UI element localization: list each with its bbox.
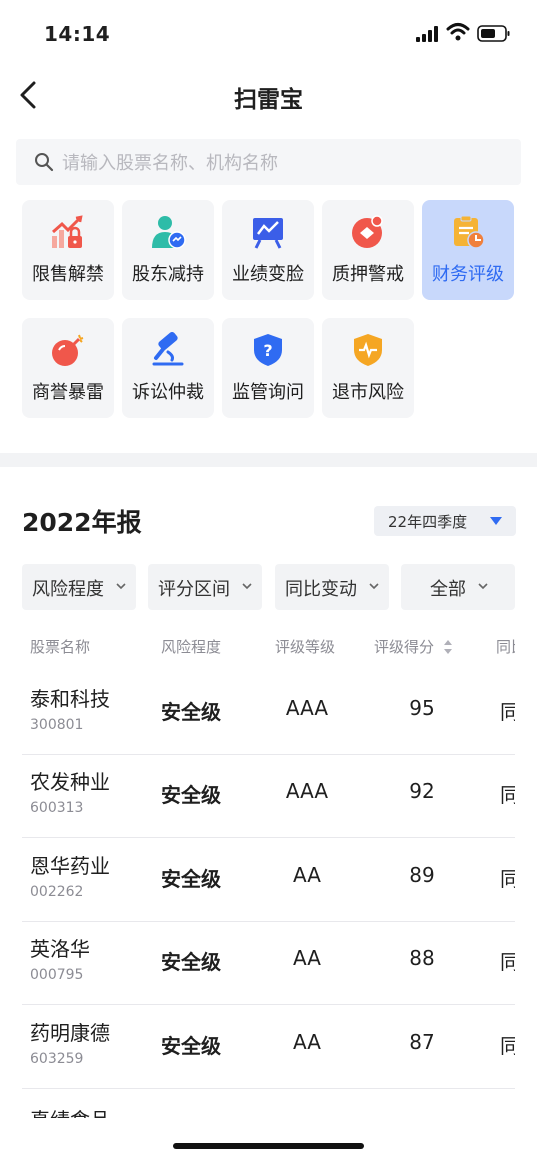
- rating-grade: AA: [293, 863, 321, 887]
- bomb-icon: [52, 334, 84, 366]
- risk-level: 安全级: [161, 950, 221, 974]
- filter-score-range[interactable]: 评分区间: [148, 564, 262, 610]
- stock-code: 603259: [30, 1051, 84, 1067]
- quarter-selector[interactable]: 22年四季度: [374, 506, 516, 536]
- stock-name: 英洛华: [30, 937, 90, 961]
- category-label: 质押警戒: [332, 264, 404, 285]
- rating-score: 87: [409, 1030, 435, 1054]
- yoy-change: 同: [500, 950, 515, 974]
- category-tile-pledge[interactable]: 质押警戒: [322, 200, 414, 300]
- rating-score: 92: [409, 779, 435, 803]
- yoy-change: 同: [500, 700, 515, 724]
- category-tile-goodwill[interactable]: 商誉暴雷: [22, 318, 114, 418]
- cellular-signal-icon: [416, 26, 438, 42]
- category-label: 商誉暴雷: [32, 382, 104, 403]
- category-tile-performance[interactable]: 业绩变脸: [222, 200, 314, 300]
- category-label: 财务评级: [432, 264, 504, 285]
- category-tile-unlock[interactable]: 限售解禁: [22, 200, 114, 300]
- risk-level: 安全级: [161, 783, 221, 807]
- category-tile-shareholder-reduce[interactable]: 股东减持: [122, 200, 214, 300]
- rating-score: 89: [409, 863, 435, 887]
- category-label: 退市风险: [332, 382, 404, 403]
- column-header-risk-level: 风险程度: [161, 638, 222, 656]
- yoy-change: 同: [500, 783, 515, 807]
- search-input[interactable]: [60, 139, 504, 187]
- search-icon: [35, 153, 54, 172]
- category-label: 业绩变脸: [232, 264, 304, 285]
- wifi-icon: [446, 23, 470, 41]
- category-label: 限售解禁: [32, 264, 104, 285]
- stock-name: 农发种业: [30, 770, 110, 794]
- filter-all[interactable]: 全部: [401, 564, 515, 610]
- rating-score: 88: [409, 946, 435, 970]
- status-bar: 14:14: [0, 0, 537, 64]
- stock-code: 600313: [30, 800, 84, 816]
- category-label: 监管询问: [232, 382, 304, 403]
- caret-down-icon: [490, 517, 502, 525]
- chevron-down-icon: [369, 583, 379, 590]
- rating-score: 95: [409, 696, 435, 720]
- rating-grade: AAA: [285, 779, 329, 803]
- rating-grade: AA: [293, 1030, 321, 1054]
- rating-grade: AAA: [285, 696, 329, 720]
- stock-name: 药明康德: [30, 1021, 110, 1045]
- gavel-icon: [152, 332, 184, 366]
- pledge-icon: [352, 215, 383, 248]
- stock-code: 002262: [30, 884, 84, 900]
- category-tile-finance-rating[interactable]: 财务评级: [422, 200, 514, 300]
- stock-code: 000795: [30, 967, 84, 983]
- column-header-rating-score-label: 评级得分: [374, 638, 435, 656]
- category-label: 诉讼仲裁: [132, 382, 204, 403]
- search-bar[interactable]: [16, 139, 521, 187]
- shareholder-icon: [152, 216, 186, 249]
- table-row-partial: 真绩食品: [0, 1100, 537, 1118]
- table-row[interactable]: 药明康德 603259 安全级 AA 87 同: [22, 1005, 515, 1089]
- chevron-down-icon: [116, 583, 126, 590]
- stock-name: 泰和科技: [30, 687, 110, 711]
- shield-pulse-icon: [354, 334, 382, 366]
- category-tile-regulatory[interactable]: ? 监管询问: [222, 318, 314, 418]
- filter-label: 全部: [430, 579, 466, 600]
- risk-level: 安全级: [161, 700, 221, 724]
- yoy-change: 同: [500, 867, 515, 891]
- table-row[interactable]: 农发种业 600313 安全级 AAA 92 同: [22, 754, 515, 838]
- table-row[interactable]: 恩华药业 002262 安全级 AA 89 同: [22, 838, 515, 922]
- status-time: 14:14: [44, 22, 111, 46]
- chevron-down-icon: [242, 583, 252, 590]
- page-title: 扫雷宝: [234, 87, 303, 113]
- filter-label: 同比变动: [285, 579, 357, 600]
- stock-name: 恩华药业: [30, 854, 110, 878]
- report-title: 2022年报: [22, 508, 142, 537]
- quarter-selector-label: 22年四季度: [388, 513, 468, 531]
- table-row[interactable]: 英洛华 000795 安全级 AA 88 同: [22, 921, 515, 1005]
- filter-label: 风险程度: [32, 579, 104, 600]
- table-row[interactable]: 泰和科技 300801 安全级 AAA 95 同: [22, 671, 515, 755]
- battery-icon: [477, 25, 510, 42]
- home-indicator[interactable]: [173, 1143, 364, 1149]
- svg-text:?: ?: [263, 341, 272, 360]
- risk-level: 安全级: [161, 867, 221, 891]
- yoy-change: 同: [500, 1034, 515, 1058]
- finance-rating-icon: [454, 215, 485, 249]
- column-header-stock-name: 股票名称: [30, 638, 91, 656]
- column-header-rating-grade: 评级等级: [275, 638, 336, 656]
- shield-question-icon: ?: [254, 334, 282, 366]
- performance-board-icon: [253, 218, 283, 249]
- stock-code: 300801: [30, 717, 84, 733]
- section-divider: [0, 453, 537, 467]
- filter-label: 评分区间: [158, 579, 230, 600]
- chevron-down-icon: [478, 583, 488, 590]
- stock-name: 真绩食品: [30, 1104, 110, 1118]
- category-tile-litigation[interactable]: 诉讼仲裁: [122, 318, 214, 418]
- unlock-chart-icon: [52, 215, 83, 248]
- risk-level: 安全级: [161, 1034, 221, 1058]
- category-label: 股东减持: [132, 264, 204, 285]
- filter-risk-level[interactable]: 风险程度: [22, 564, 136, 610]
- sort-icon: [443, 640, 452, 654]
- filter-yoy-change[interactable]: 同比变动: [275, 564, 389, 610]
- column-header-yoy: 同比: [496, 638, 515, 656]
- rating-grade: AA: [293, 946, 321, 970]
- column-header-rating-score[interactable]: 评级得分: [374, 636, 453, 657]
- category-tile-delisting[interactable]: 退市风险: [322, 318, 414, 418]
